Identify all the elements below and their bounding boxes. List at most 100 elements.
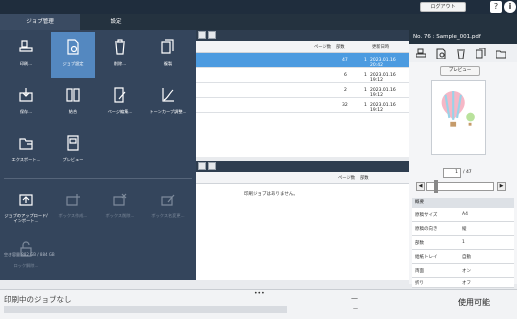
row-updated: 2023.01.16 19:12	[370, 103, 396, 113]
menu-item-delete[interactable]: 削除...	[98, 32, 142, 78]
row-pages: 47	[342, 58, 348, 63]
table-row[interactable]: 32 1 2023.01.16 19:12	[196, 98, 409, 113]
page-slider-handle[interactable]	[434, 180, 438, 193]
property-key: 原稿の向き	[415, 227, 438, 232]
box-delete-icon	[113, 193, 127, 206]
menu-item-preview[interactable]: プレビュー	[51, 128, 95, 174]
job-list-header: ページ数 部数 更新日時	[196, 41, 409, 53]
help-icon[interactable]: ?	[490, 1, 502, 13]
tab-settings[interactable]: 設定	[80, 14, 152, 30]
status-value-1: —	[351, 294, 358, 302]
table-row[interactable]: 2 1 2023.01.16 19:12	[196, 83, 409, 98]
property-value: 縦	[462, 227, 467, 232]
page-number-input[interactable]: 1	[443, 168, 461, 178]
search-icon[interactable]	[198, 162, 206, 170]
menu-divider	[4, 178, 192, 179]
table-row[interactable]: 47 1 2023.01.16 20:42	[196, 53, 409, 68]
box-rename-icon	[161, 194, 175, 206]
status-progress-bar	[4, 306, 287, 313]
property-row: 原稿サイズ A4	[412, 208, 514, 222]
export-icon	[19, 138, 33, 150]
merge-icon	[66, 88, 80, 102]
page-edit-icon	[114, 87, 126, 103]
menu-item-box-delete: ボックス削除...	[98, 184, 142, 230]
property-value: オン	[462, 269, 471, 274]
property-key: 部数	[415, 241, 424, 246]
print-list-header: ページ数 部数	[196, 172, 409, 184]
row-pages: 32	[342, 103, 348, 108]
table-row[interactable]: 6 1 2023.01.16 19:12	[196, 68, 409, 83]
menu-item-box-create: ボックス作成...	[51, 184, 95, 230]
property-row: 折り オフ	[412, 278, 514, 288]
box-create-icon	[66, 194, 80, 206]
page-total: / 47	[463, 170, 472, 175]
search-icon[interactable]	[198, 31, 206, 39]
duplicate-icon	[161, 39, 174, 54]
menu-item-merge[interactable]: 結合	[51, 80, 95, 126]
menu-item-print[interactable]: 印刷...	[4, 32, 48, 78]
printer-status: 使用可能	[458, 298, 490, 307]
print-icon	[19, 40, 33, 52]
row-copies: 1	[364, 58, 367, 63]
prev-page-button[interactable]: ◀	[416, 182, 425, 191]
export-icon[interactable]	[496, 48, 506, 59]
print-icon[interactable]	[416, 48, 426, 59]
property-row: 給紙トレイ 自動	[412, 250, 514, 264]
menu-item-label: ボックス作成...	[58, 213, 88, 218]
balloon-illustration	[432, 81, 485, 154]
property-value: オフ	[462, 281, 471, 286]
property-key: 両面	[415, 269, 424, 274]
menu-item-label: トーンカーブ調整...	[149, 109, 187, 114]
column-copies[interactable]: 部数	[360, 175, 369, 181]
menu-item-tone-curve[interactable]: トーンカーブ調整...	[146, 80, 190, 126]
filter-icon[interactable]	[208, 162, 216, 170]
menu-item-export[interactable]: エクスポート...	[4, 128, 48, 174]
row-pages: 2	[344, 88, 347, 93]
property-value: 1	[462, 240, 465, 245]
menu-item-save[interactable]: 保存...	[4, 80, 48, 126]
job-settings-icon[interactable]	[436, 48, 446, 59]
property-row: 両面 オン	[412, 264, 514, 278]
menu-item-label: ロック解除...	[13, 263, 39, 268]
menu-item-label: ジョブのアップロード/インポート...	[4, 213, 48, 223]
page-thumbnail[interactable]	[431, 80, 486, 155]
row-updated: 2023.01.16 20:42	[370, 58, 396, 68]
save-icon	[19, 88, 33, 102]
column-copies[interactable]: 部数	[336, 44, 345, 50]
job-list-toolbar	[196, 30, 409, 41]
job-menu-panel: 印刷... ジョブ設定 削除... 複製 保存... 結合 ページ編集... ト…	[0, 30, 196, 280]
storage-info: 空き容量 882 GB / 884 GB	[4, 252, 55, 257]
menu-item-duplicate[interactable]: 複製	[146, 32, 190, 78]
property-key: 原稿サイズ	[415, 213, 438, 218]
duplicate-icon[interactable]	[476, 48, 486, 59]
row-copies: 1	[364, 103, 367, 108]
row-pages: 6	[344, 73, 347, 78]
menu-item-job-settings[interactable]: ジョブ設定	[51, 32, 95, 78]
property-value: A4	[462, 212, 468, 217]
print-list-toolbar	[196, 161, 409, 172]
row-copies: 1	[364, 73, 367, 78]
logout-button[interactable]: ログアウト	[420, 2, 466, 12]
filter-icon[interactable]	[208, 31, 216, 39]
job-settings-icon	[67, 39, 79, 55]
tab-job-management[interactable]: ジョブ管理	[0, 14, 80, 30]
menu-item-label: 削除...	[113, 61, 127, 66]
status-expand-handle[interactable]: •••	[254, 290, 265, 297]
trash-icon[interactable]	[456, 48, 466, 59]
info-icon[interactable]: i	[504, 1, 516, 13]
menu-item-label: ページ編集...	[107, 109, 133, 114]
next-page-button[interactable]: ▶	[497, 182, 506, 191]
column-updated[interactable]: 更新日時	[372, 44, 389, 50]
preview-title: No. 76 : Sample_001.pdf	[409, 30, 517, 44]
row-updated: 2023.01.16 19:12	[370, 73, 396, 83]
row-updated: 2023.01.16 19:12	[370, 88, 396, 98]
menu-item-upload-import[interactable]: ジョブのアップロード/インポート...	[4, 184, 48, 234]
menu-item-page-edit[interactable]: ページ編集...	[98, 80, 142, 126]
column-pages[interactable]: ページ数	[314, 44, 331, 50]
column-pages[interactable]: ページ数	[338, 175, 355, 181]
empty-message: 印刷ジョブはありません。	[244, 192, 298, 197]
menu-item-label: ボックス名変更...	[151, 213, 185, 218]
preview-button[interactable]: プレビュー	[440, 66, 480, 76]
tone-curve-icon	[162, 88, 174, 102]
menu-item-label: 複製	[163, 61, 173, 66]
